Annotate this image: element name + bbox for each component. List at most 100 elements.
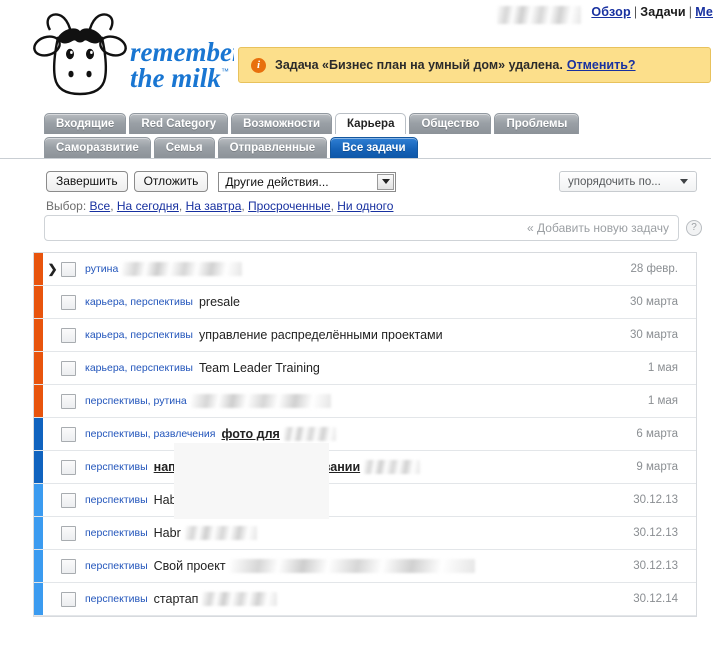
notification-banner: i Задача «Бизнес план на умный дом» удал…	[238, 47, 711, 83]
priority-bar	[34, 286, 43, 318]
task-checkbox[interactable]	[61, 393, 76, 409]
tab-отправленные[interactable]: Отправленные	[217, 137, 328, 158]
task-row[interactable]: перспективы, развлечения фото для 6 марта	[34, 418, 696, 451]
selection-separator: ,	[110, 199, 117, 213]
task-tags[interactable]: карьера, перспективы	[85, 362, 193, 374]
task-name[interactable]: управление распределёнными проектами	[199, 328, 443, 342]
priority-bar	[34, 253, 43, 285]
task-row[interactable]: перспективы стартап 30.12.14	[34, 583, 696, 616]
sort-by-dropdown[interactable]: упорядочить по...	[559, 171, 697, 192]
task-checkbox[interactable]	[61, 426, 76, 442]
task-row[interactable]: карьера, перспективы Team Leader Training…	[34, 352, 696, 385]
nav-link-overview[interactable]: Обзор	[591, 5, 630, 19]
nav-link-more[interactable]: Ме	[695, 5, 713, 19]
task-checkbox[interactable]	[61, 558, 76, 574]
priority-bar	[34, 352, 43, 384]
svg-text:™: ™	[221, 67, 229, 76]
expand-chevron-icon[interactable]: ❯	[46, 262, 59, 276]
tab-входящие[interactable]: Входящие	[44, 113, 127, 134]
task-checkbox[interactable]	[61, 459, 76, 475]
tab-red-category[interactable]: Red Category	[129, 113, 229, 134]
priority-bar	[34, 319, 43, 351]
selection-separator: ,	[178, 199, 186, 213]
svg-text:the milk: the milk	[130, 63, 221, 93]
task-row[interactable]: перспективы, рутина 1 мая	[34, 385, 696, 418]
more-actions-select[interactable]: Другие действия...	[218, 171, 397, 192]
task-due-date: 30.12.13	[633, 560, 678, 572]
more-actions-value: Другие действия...	[225, 174, 329, 189]
tab-саморазвитие[interactable]: Саморазвитие	[44, 137, 151, 158]
task-tags[interactable]: перспективы	[85, 461, 148, 473]
rtm-logo[interactable]: remember the milk ™	[14, 4, 234, 100]
nav-separator-1: |	[633, 5, 638, 19]
help-icon[interactable]: ?	[686, 220, 702, 236]
selection-link-1[interactable]: На сегодня	[117, 199, 179, 213]
tab-все-задачи[interactable]: Все задачи	[330, 137, 418, 158]
task-tags[interactable]: перспективы	[85, 560, 148, 572]
task-toolbar: Завершить Отложить Другие действия... Вы…	[0, 159, 711, 213]
task-checkbox[interactable]	[61, 327, 76, 343]
sort-by-value: упорядочить по...	[568, 175, 661, 188]
chevron-down-icon[interactable]	[377, 173, 395, 190]
task-name[interactable]: presale	[199, 295, 240, 309]
task-due-date: 1 мая	[647, 362, 678, 374]
tab-общество[interactable]: Общество	[409, 113, 492, 134]
tab-возможности[interactable]: Возможности	[231, 113, 333, 134]
task-name[interactable]: фото для	[221, 427, 279, 441]
task-name-redacted	[364, 460, 421, 474]
selection-link-2[interactable]: На завтра	[186, 199, 242, 213]
task-tags[interactable]: карьера, перспективы	[85, 296, 193, 308]
priority-bar	[34, 418, 43, 450]
task-tags[interactable]: перспективы	[85, 494, 148, 506]
task-name[interactable]: Team Leader Training	[199, 361, 320, 375]
task-tags[interactable]: рутина	[85, 263, 118, 275]
task-checkbox[interactable]	[61, 261, 76, 277]
priority-bar	[34, 484, 43, 516]
task-tags[interactable]: перспективы	[85, 593, 148, 605]
task-checkbox[interactable]	[61, 294, 76, 310]
priority-bar	[34, 451, 43, 483]
task-name[interactable]: Habr	[154, 493, 181, 507]
task-due-date: 9 марта	[636, 461, 678, 473]
task-row[interactable]: перспективы написать статью о тестировани…	[34, 451, 696, 484]
tab-bar: Входящие Red Category Возможности Карьера Об…	[0, 110, 713, 158]
task-row[interactable]: карьера, перспективы presale 30 марта	[34, 286, 696, 319]
selection-link-4[interactable]: Ни одного	[337, 199, 393, 213]
nav-separator-2: |	[688, 5, 693, 19]
task-name[interactable]: Habr	[154, 526, 181, 540]
task-tags[interactable]: перспективы, рутина	[85, 395, 187, 407]
add-task-input[interactable]: « Добавить новую задачу	[44, 215, 679, 241]
task-tags[interactable]: перспективы, развлечения	[85, 428, 215, 440]
task-row[interactable]: перспективы Свой проект 30.12.13	[34, 550, 696, 583]
task-tags[interactable]: карьера, перспективы	[85, 329, 193, 341]
priority-bar	[34, 385, 43, 417]
task-due-date: 30.12.13	[633, 494, 678, 506]
task-name[interactable]: написать статью о тестировании	[154, 460, 361, 474]
task-name[interactable]: Свой проект	[154, 559, 226, 573]
task-due-date: 30 марта	[630, 296, 678, 308]
nav-item-tasks[interactable]: Задачи	[640, 5, 686, 19]
task-checkbox[interactable]	[61, 591, 76, 607]
undo-link[interactable]: Отменить?	[567, 58, 636, 72]
task-tags[interactable]: перспективы	[85, 527, 148, 539]
selection-link-0[interactable]: Все	[90, 199, 111, 213]
task-name-redacted	[202, 592, 278, 606]
username-redacted	[497, 6, 581, 24]
task-checkbox[interactable]	[61, 525, 76, 541]
task-row[interactable]: ❯ рутина 28 февр.	[34, 253, 696, 286]
tab-семья[interactable]: Семья	[153, 137, 215, 158]
header-nav: Обзор | Задачи | Ме	[591, 5, 713, 19]
priority-bar	[34, 517, 43, 549]
task-row[interactable]: перспективы Habr 30.12.13	[34, 484, 696, 517]
task-row[interactable]: перспективы Habr 30.12.13	[34, 517, 696, 550]
postpone-button[interactable]: Отложить	[133, 171, 209, 192]
task-name-redacted	[190, 394, 331, 408]
tab-карьера[interactable]: Карьера	[335, 113, 407, 134]
tab-проблемы[interactable]: Проблемы	[494, 113, 580, 134]
complete-button[interactable]: Завершить	[46, 171, 128, 192]
task-row[interactable]: карьера, перспективы управление распредел…	[34, 319, 696, 352]
task-name[interactable]: стартап	[154, 592, 199, 606]
task-checkbox[interactable]	[61, 492, 76, 508]
task-checkbox[interactable]	[61, 360, 76, 376]
selection-link-3[interactable]: Просроченные	[248, 199, 331, 213]
